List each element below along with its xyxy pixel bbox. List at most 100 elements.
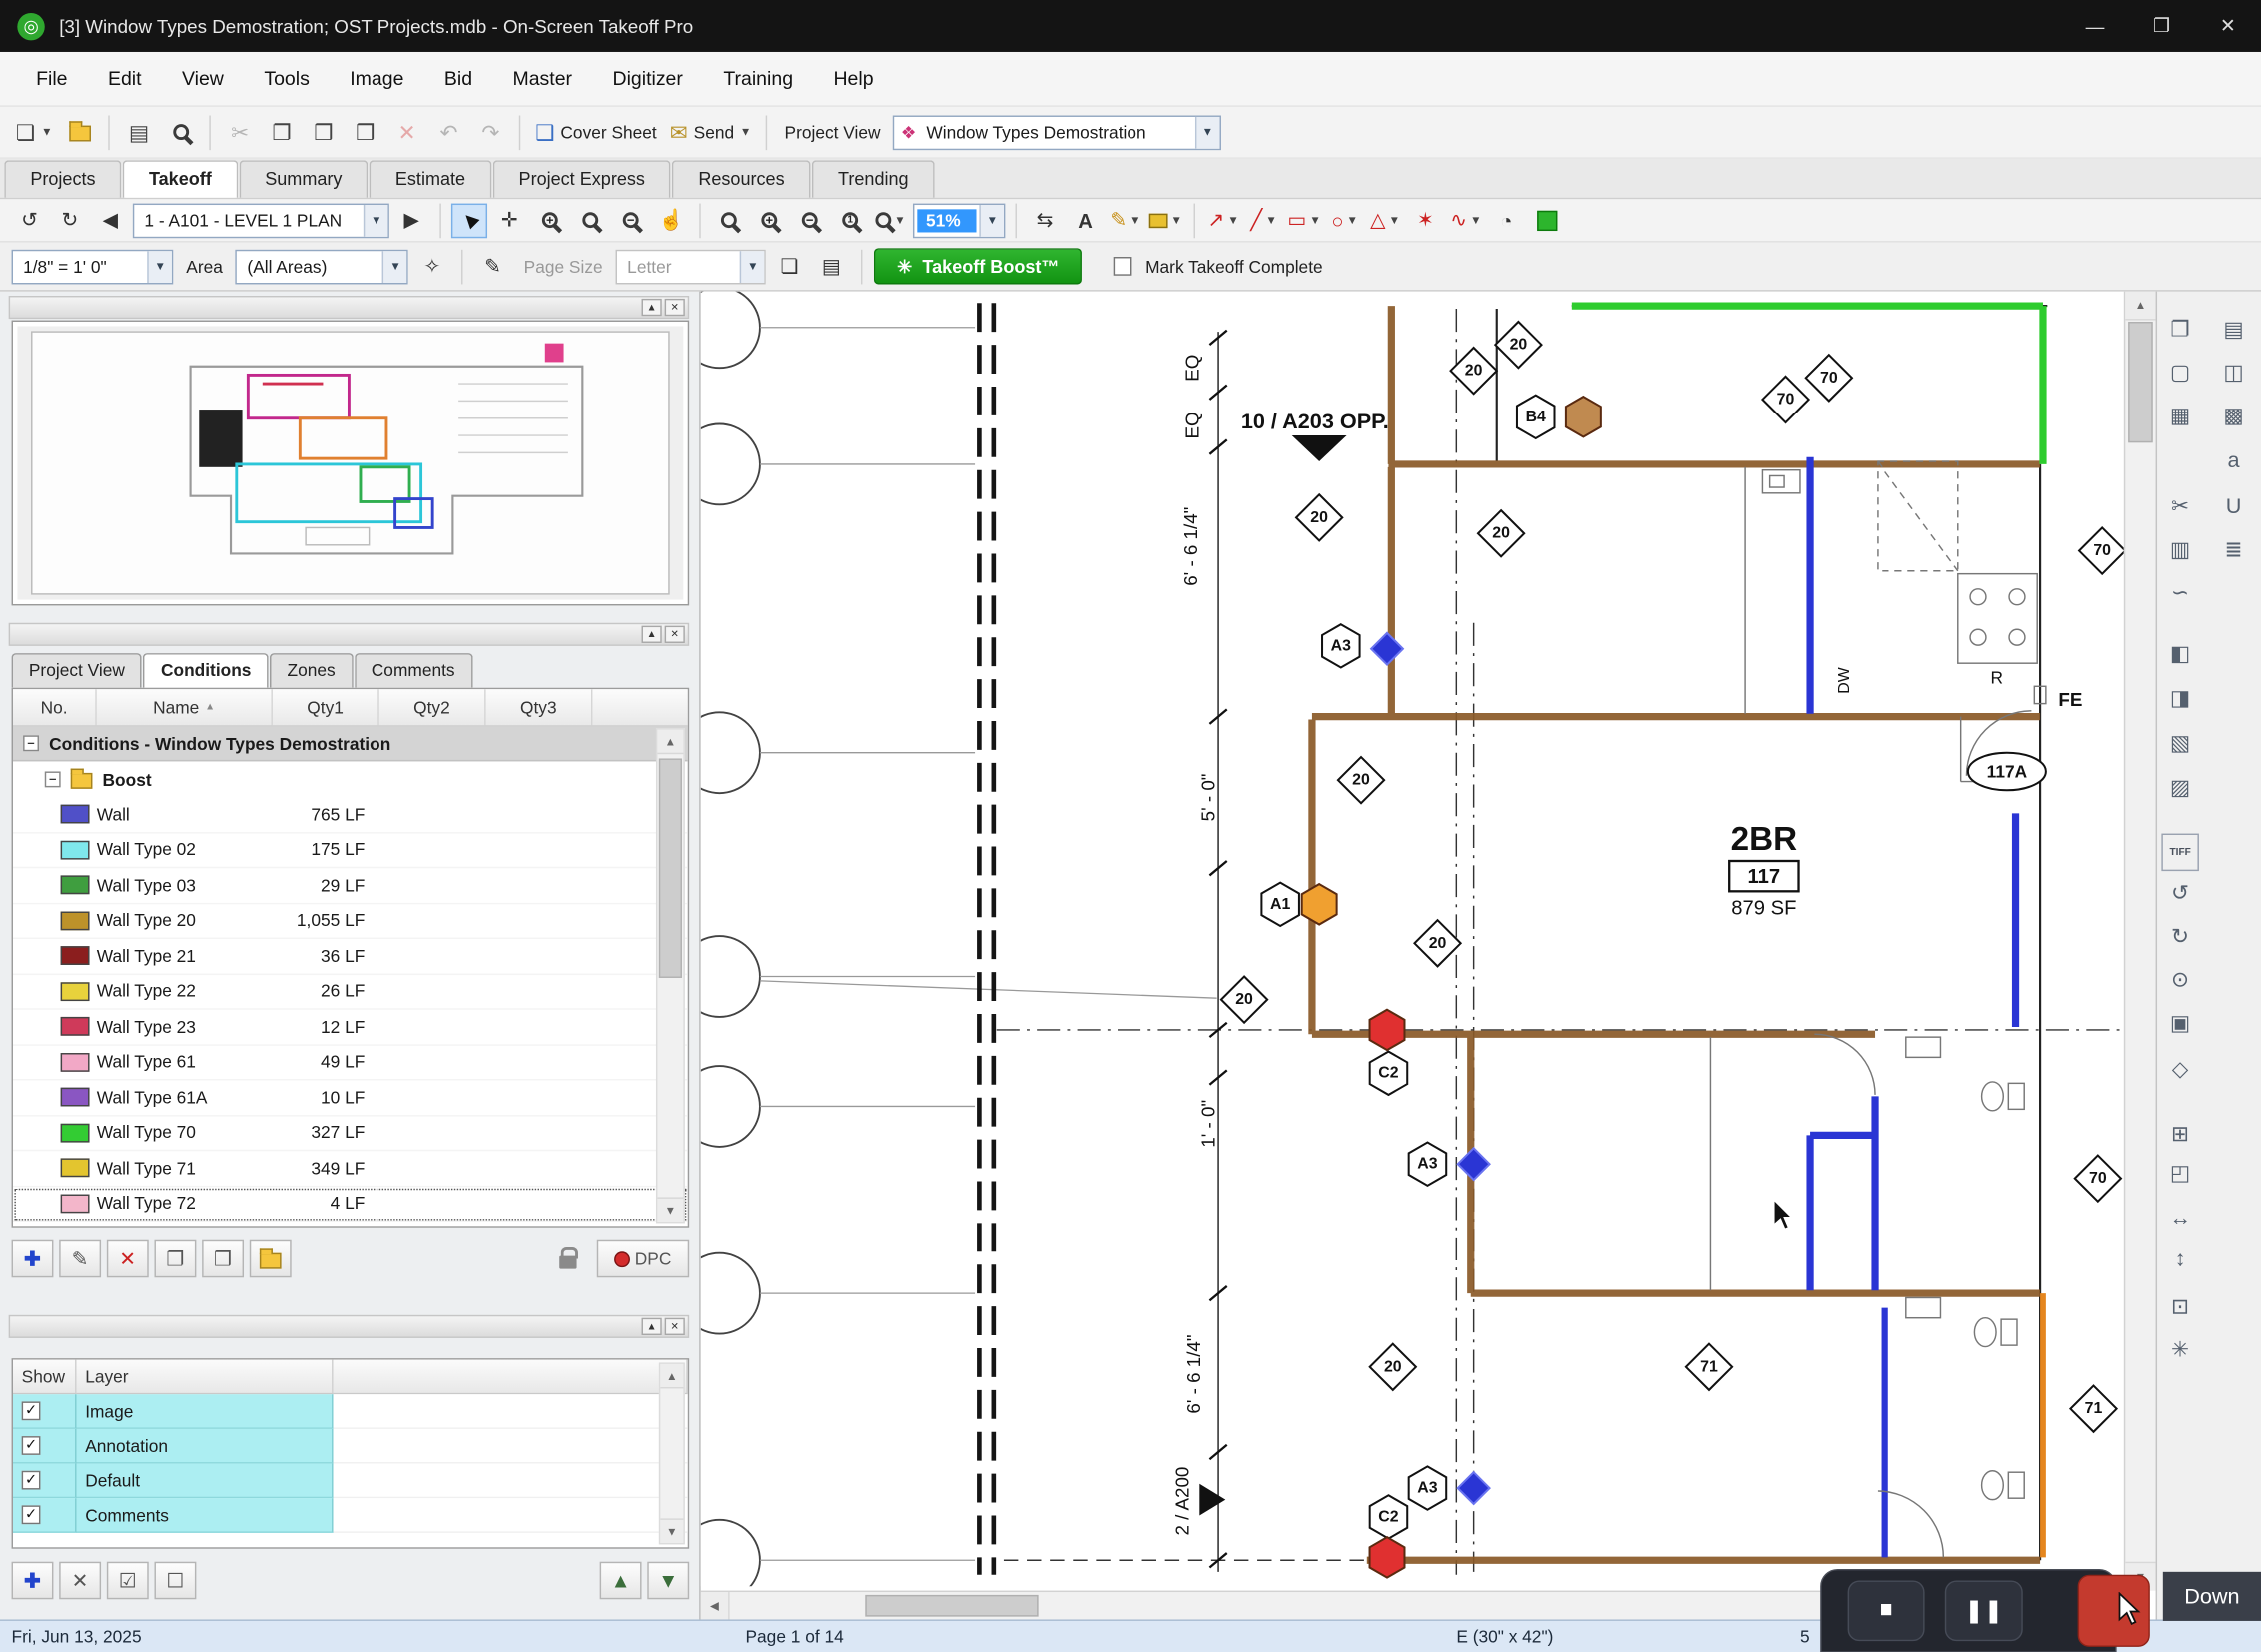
burst-annotation-button[interactable]: ✶ [1407, 203, 1443, 238]
conditions-scrollbar[interactable]: ▲ ▼ [656, 728, 685, 1223]
tab-project-express[interactable]: Project Express [493, 160, 671, 198]
floor-plan-canvas[interactable]: 2020202020202020707070707171B4A3A1C2A3A3… [701, 292, 2124, 1587]
scrollbar-thumb[interactable] [2128, 322, 2153, 442]
notes-icon[interactable]: ≣ [2215, 530, 2253, 568]
chevron-down-icon[interactable]: ▼ [979, 204, 1004, 236]
close-icon[interactable]: ✕ [665, 626, 685, 643]
underline-icon[interactable]: U [2215, 487, 2253, 525]
lock-button[interactable] [546, 1240, 588, 1278]
cover-sheet-button[interactable]: ❑Cover Sheet [531, 113, 661, 151]
pause-button[interactable]: ❚❚ [1945, 1580, 2023, 1641]
layer-row[interactable]: ✓Comments [13, 1498, 688, 1533]
page-selector[interactable]: 1 - A101 - LEVEL 1 PLAN ▼ [133, 203, 389, 238]
rotate-180-icon[interactable]: ⊙ [2161, 961, 2199, 999]
image-settings-icon[interactable]: ✳ [2161, 1331, 2199, 1369]
forward-button[interactable]: ↻ [52, 203, 88, 238]
snapshot-icon[interactable]: ⊡ [2161, 1287, 2199, 1325]
area-lookup-button[interactable]: ✧ [414, 249, 450, 284]
layer-column-layer[interactable]: Layer [77, 1360, 334, 1395]
pan-tool-button[interactable]: ✛ [491, 203, 527, 238]
collapse-icon[interactable]: ▲ [642, 626, 662, 643]
mirror-horizontal-icon[interactable]: ▨ [2161, 769, 2199, 807]
column-header-qty1[interactable]: Qty1 [273, 689, 379, 725]
mark-complete-checkbox[interactable] [1114, 257, 1132, 276]
text-tool-button[interactable]: A [1067, 203, 1103, 238]
polygon-annotation-button[interactable]: △▼ [1367, 203, 1403, 238]
scrollbar-thumb[interactable] [865, 1595, 1038, 1617]
page-setup-button[interactable]: ❏ [772, 249, 808, 284]
condition-row[interactable]: Wall765 LF [13, 797, 688, 832]
tab-resources[interactable]: Resources [672, 160, 810, 198]
collapse-icon[interactable]: ▲ [642, 1318, 662, 1335]
minimize-button[interactable]: — [2062, 0, 2128, 52]
stop-button[interactable]: ■ [1848, 1580, 1925, 1641]
download-toast[interactable]: Down [2163, 1572, 2261, 1621]
layer-row[interactable]: ✓Default [13, 1464, 688, 1499]
chevron-down-icon[interactable]: ▼ [382, 251, 407, 283]
condition-row[interactable]: Wall Type 2136 LF [13, 939, 688, 974]
open-button[interactable] [61, 113, 99, 151]
chevron-down-icon[interactable]: ▼ [147, 251, 172, 283]
maximize-button[interactable]: ❐ [2128, 0, 2194, 52]
tiff-icon[interactable]: TIFF [2161, 834, 2199, 872]
condition-row[interactable]: Wall Type 724 LF [13, 1187, 688, 1222]
fit-width-icon[interactable]: ↔ [2161, 1199, 2199, 1237]
table-icon[interactable]: ▦ [2161, 397, 2199, 434]
condition-row[interactable]: Wall Type 71349 LF [13, 1151, 688, 1186]
column-header-qty2[interactable]: Qty2 [379, 689, 486, 725]
paste-special-button[interactable]: ❒ [347, 113, 384, 151]
redo-button[interactable]: ↷ [472, 113, 510, 151]
print-button[interactable]: ▤ [120, 113, 158, 151]
dpc-button[interactable]: DPC [597, 1240, 689, 1278]
menu-image[interactable]: Image [331, 58, 422, 100]
layer-row[interactable]: ✓Annotation [13, 1429, 688, 1464]
layer-visibility-checkbox[interactable]: ✓ [22, 1505, 41, 1524]
fit-height-icon[interactable]: ↕ [2161, 1240, 2199, 1278]
delete-condition-button[interactable]: ✕ [107, 1240, 149, 1278]
menu-edit[interactable]: Edit [89, 58, 160, 100]
delete-button[interactable]: ✕ [388, 113, 426, 151]
column-header-qty3[interactable]: Qty3 [486, 689, 593, 725]
move-layer-up-button[interactable]: ▲ [600, 1562, 642, 1600]
plan-thumbnail[interactable] [12, 321, 690, 606]
zoom-in-button[interactable] [751, 203, 787, 238]
send-button[interactable]: ✉Send▼ [665, 113, 755, 151]
menu-file[interactable]: File [17, 58, 86, 100]
scroll-up-icon[interactable]: ▲ [657, 730, 683, 755]
menu-digitizer[interactable]: Digitizer [594, 58, 702, 100]
collapse-minus-icon[interactable]: – [45, 771, 61, 787]
timer-tool-button[interactable]: ◔ [1488, 203, 1524, 238]
uncheck-all-layers-button[interactable]: ☐ [154, 1562, 196, 1600]
condition-row[interactable]: Wall Type 61A10 LF [13, 1080, 688, 1115]
project-selector[interactable]: ❖ Window Types Demostration ▼ [892, 115, 1220, 150]
new-folder-button[interactable] [250, 1240, 292, 1278]
scroll-down-icon[interactable]: ▼ [657, 1197, 683, 1222]
print-page-button[interactable]: ▤ [813, 249, 849, 284]
arrow-annotation-button[interactable]: ↗▼ [1205, 203, 1241, 238]
curve-annotation-button[interactable]: ∿▼ [1448, 203, 1484, 238]
ellipse-annotation-button[interactable]: ○▼ [1327, 203, 1363, 238]
mirror-vertical-icon[interactable]: ▧ [2161, 724, 2199, 762]
layers-scrollbar[interactable]: ▲ ▼ [659, 1362, 685, 1544]
add-condition-button[interactable]: ✚ [12, 1240, 54, 1278]
close-icon[interactable]: ✕ [665, 299, 685, 316]
zoom-window-icon[interactable]: ⊞ [2161, 1115, 2199, 1153]
measure-tool-button[interactable]: ⇆ [1027, 203, 1063, 238]
zoom-level-input[interactable]: 51% ▼ [913, 203, 1005, 238]
scroll-left-icon[interactable]: ◀ [701, 1592, 730, 1619]
select-region-icon[interactable]: ▢ [2161, 354, 2199, 392]
panel-tab-zones[interactable]: Zones [270, 653, 353, 688]
select-tool-button[interactable]: ▶ [451, 203, 487, 238]
layer-column-show[interactable]: Show [13, 1360, 77, 1395]
layer-visibility-checkbox[interactable]: ✓ [22, 1471, 41, 1490]
tab-summary[interactable]: Summary [239, 160, 368, 198]
column-header-no-[interactable]: No. [13, 689, 97, 725]
condition-row[interactable]: Wall Type 201,055 LF [13, 904, 688, 939]
layer-visibility-checkbox[interactable]: ✓ [22, 1401, 41, 1420]
tab-estimate[interactable]: Estimate [370, 160, 491, 198]
page-size-selector[interactable]: Letter ▼ [616, 249, 766, 284]
crop-icon[interactable]: ▣ [2161, 1004, 2199, 1042]
check-all-layers-button[interactable]: ☑ [107, 1562, 149, 1600]
duplicate-condition-button[interactable]: ❐ [154, 1240, 196, 1278]
layer-row[interactable]: ✓Image [13, 1394, 688, 1429]
